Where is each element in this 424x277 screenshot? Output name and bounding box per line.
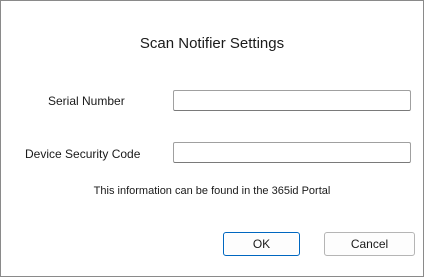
device-security-code-label: Device Security Code [25,147,141,161]
serial-number-label: Serial Number [48,94,125,108]
cancel-button[interactable]: Cancel [324,232,415,256]
device-security-code-input[interactable] [173,142,411,163]
settings-dialog: Scan Notifier Settings Serial Number Dev… [0,0,424,277]
serial-number-input[interactable] [173,90,411,111]
dialog-title: Scan Notifier Settings [139,35,285,52]
info-text: This information can be found in the 365… [93,185,331,197]
ok-button[interactable]: OK [223,232,300,256]
